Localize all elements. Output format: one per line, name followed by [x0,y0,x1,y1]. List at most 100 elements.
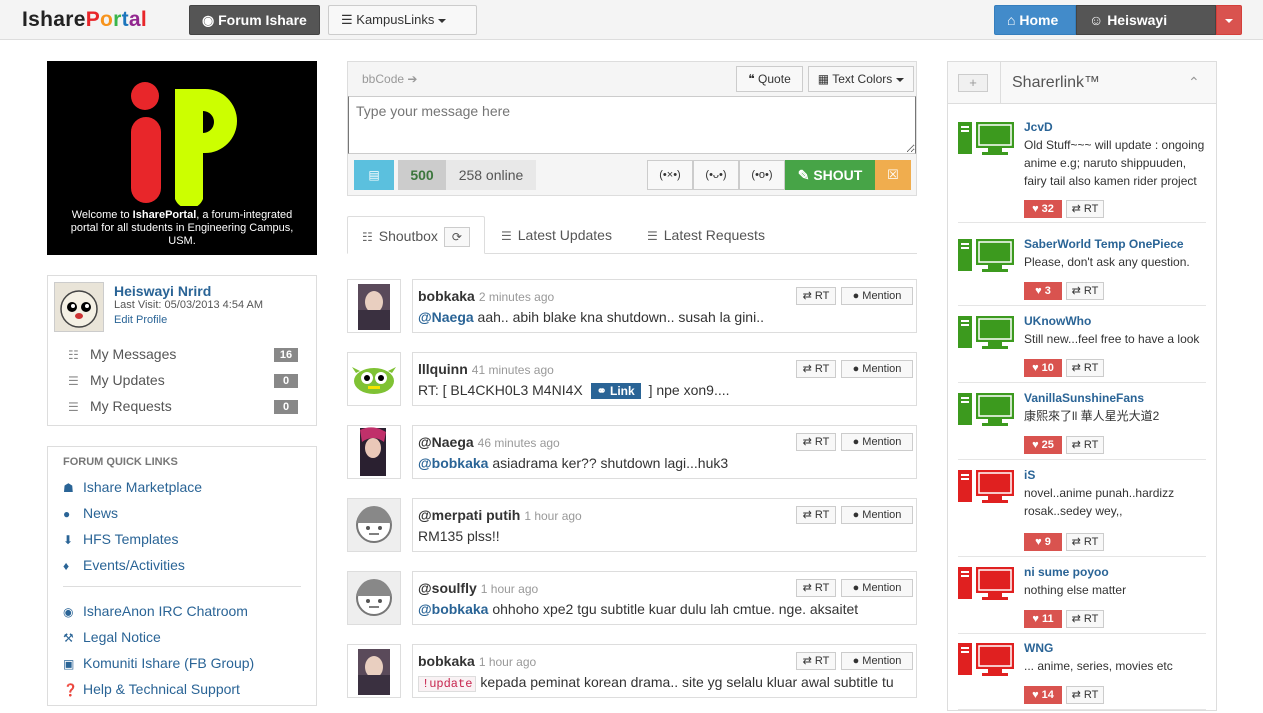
shout-user[interactable]: @merpati putih 1 hour ago [418,507,582,523]
quick-link-label: IshareAnon IRC Chatroom [83,603,248,619]
quick-link-marketplace[interactable]: ☗ Ishare Marketplace [63,479,202,495]
forum-ishare-button[interactable]: ◉ Forum Ishare [189,5,320,35]
edit-profile-link[interactable]: Edit Profile [114,314,167,326]
rt-button[interactable]: ⇄ RT [796,652,836,670]
stats-button[interactable]: ▤ [354,160,394,190]
shout-avatar[interactable] [347,644,401,698]
mention-button[interactable]: ● Mention [841,287,913,305]
circle-icon: ● [852,290,860,302]
sharer-rt-button[interactable]: ⇄ RT [1066,282,1104,300]
quick-link-legal[interactable]: ⚒ Legal Notice [63,629,161,645]
quick-link-events[interactable]: ♦ Events/Activities [63,557,185,573]
trash-icon: ☒ [887,167,899,182]
mention-button[interactable]: ● Mention [841,433,913,451]
shout-message: aah.. abih blake kna shutdown.. susah la… [473,309,764,325]
message-input[interactable] [348,96,916,154]
like-button[interactable]: ♥ 14 [1024,686,1062,704]
sharer-name-link[interactable]: UKnowWho [1024,314,1091,328]
requests-count-badge: 0 [274,400,298,414]
kampuslinks-dropdown[interactable]: ☰ KampusLinks [328,5,477,35]
sharer-rt-button[interactable]: ⇄ RT [1066,610,1104,628]
mention-button[interactable]: ● Mention [841,360,913,378]
quick-link-help[interactable]: ❓ Help & Technical Support [63,681,240,697]
like-button[interactable]: ♥ 10 [1024,359,1062,377]
rt-button[interactable]: ⇄ RT [796,433,836,451]
shout-user[interactable]: bobkaka 1 hour ago [418,653,536,669]
clear-button[interactable]: ☒ [875,160,911,190]
add-sharerlink-button[interactable]: + [958,74,988,92]
tab-latest-updates[interactable]: ☰ Latest Updates [487,216,626,254]
retweet-icon: ⇄ [1071,689,1081,701]
like-button[interactable]: ♥ 32 [1024,200,1062,218]
shout-mention[interactable]: @bobkaka [418,601,488,617]
quick-links-title: FORUM QUICK LINKS [63,456,178,468]
sharer-rt-button[interactable]: ⇄ RT [1066,436,1104,454]
mention-button[interactable]: ● Mention [841,652,913,670]
sharer-name-link[interactable]: iS [1024,468,1035,482]
profile-name-link[interactable]: Heiswayi Nrird [114,283,211,299]
comment-icon: ☷ [362,230,373,244]
shout-user[interactable]: lllquinn 41 minutes ago [418,361,554,377]
sharer-rt-button[interactable]: ⇄ RT [1066,533,1104,551]
shout-body: bobkaka 1 hour ago !update kepada peminat … [412,644,917,698]
sharer-name-link[interactable]: JcvD [1024,120,1053,134]
shout-user[interactable]: bobkaka 2 minutes ago [418,288,554,304]
home-button[interactable]: ⌂ Home [994,5,1076,35]
like-button[interactable]: ♥ 9 [1024,533,1062,551]
my-requests-item[interactable]: ☰ My Requests 0 [68,398,298,418]
shout-avatar[interactable] [347,571,401,625]
rt-button[interactable]: ⇄ RT [796,360,836,378]
header-divider [1000,62,1001,104]
sharer-rt-button[interactable]: ⇄ RT [1066,686,1104,704]
emote-button-2[interactable]: (•ᴗ•) [693,160,739,190]
my-messages-item[interactable]: ☷ My Messages 16 [68,346,298,366]
quick-link-irc[interactable]: ◉ IshareAnon IRC Chatroom [63,603,248,619]
shout-avatar[interactable] [347,279,401,333]
user-avatar[interactable] [54,282,104,332]
link-badge[interactable]: ⚭ Link [590,383,641,399]
shout-avatar[interactable] [347,352,401,406]
rt-button[interactable]: ⇄ RT [796,287,836,305]
like-button[interactable]: ♥ 11 [1024,610,1062,628]
user-dropdown-toggle[interactable] [1216,5,1242,35]
bbcode-link[interactable]: bbCode ➔ [362,72,417,86]
shout-button[interactable]: ✎ SHOUT [785,160,875,190]
rt-button[interactable]: ⇄ RT [796,506,836,524]
like-button[interactable]: ♥ 25 [1024,436,1062,454]
text-colors-label: Text Colors [832,72,893,86]
tab-latest-requests[interactable]: ☰ Latest Requests [633,216,779,254]
mention-button[interactable]: ● Mention [841,579,913,597]
quick-link-facebook[interactable]: ▣ Komuniti Ishare (FB Group) [63,655,254,671]
emote-button-3[interactable]: (•o•) [739,160,785,190]
chevron-up-icon[interactable]: ⌃ [1188,74,1200,91]
my-updates-item[interactable]: ☰ My Updates 0 [68,372,298,392]
shout-mention[interactable]: @bobkaka [418,455,488,471]
shout-mention[interactable]: @Naega [418,309,474,325]
sharer-name-link[interactable]: VanillaSunshineFans [1024,391,1144,405]
emote-button-1[interactable]: (•×•) [647,160,693,190]
rt-label: RT [814,436,830,448]
tab-shoutbox[interactable]: ☷ Shoutbox ⟳ [347,216,485,254]
my-updates-label: My Updates [90,372,165,388]
refresh-button[interactable]: ⟳ [443,227,470,247]
quick-link-news[interactable]: ● News [63,505,118,521]
shout-avatar[interactable] [347,498,401,552]
shout-avatar[interactable] [347,425,401,479]
rt-button[interactable]: ⇄ RT [796,579,836,597]
computer-icon [958,239,1014,272]
sharer-name-link[interactable]: SaberWorld Temp OnePiece [1024,237,1184,251]
sharer-name-link[interactable]: ni sume poyoo [1024,565,1109,579]
shout-user[interactable]: @Naega 46 minutes ago [418,434,560,450]
quote-button[interactable]: ❝ Quote [736,66,803,92]
mention-label: Mention [862,290,902,302]
site-logo[interactable]: IsharePortal [22,8,147,32]
user-menu-button[interactable]: ☺ Heiswayi Nrird [1076,5,1216,56]
text-colors-dropdown[interactable]: ▦ Text Colors [808,66,914,92]
mention-button[interactable]: ● Mention [841,506,913,524]
sharer-rt-button[interactable]: ⇄ RT [1066,359,1104,377]
sharer-name-link[interactable]: WNG [1024,641,1053,655]
sharer-rt-button[interactable]: ⇄ RT [1066,200,1104,218]
like-button[interactable]: ♥ 3 [1024,282,1062,300]
quick-link-hfs-templates[interactable]: ⬇ HFS Templates [63,531,178,547]
shout-user[interactable]: @soulfly 1 hour ago [418,580,538,596]
